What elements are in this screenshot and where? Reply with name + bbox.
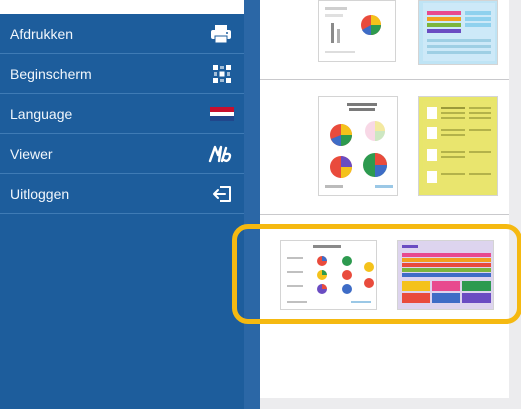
- row-divider: [260, 79, 509, 80]
- menu-item-afdrukken[interactable]: Afdrukken: [0, 14, 244, 54]
- logout-icon: [212, 185, 232, 208]
- menu-item-uitloggen[interactable]: Uitloggen: [0, 174, 244, 214]
- thumbnail-document[interactable]: [318, 96, 398, 196]
- menu-item-language[interactable]: Language: [0, 94, 244, 134]
- menu-item-label: Afdrukken: [10, 26, 74, 42]
- thumbnail-document[interactable]: [318, 0, 396, 62]
- thumbnail-document[interactable]: [418, 0, 498, 65]
- document-panel: [260, 0, 521, 409]
- selection-highlight: [232, 224, 521, 324]
- sidebar-separator: [244, 0, 260, 409]
- thumbnail-grid: [260, 0, 509, 398]
- viewer-logo-icon: [208, 145, 234, 168]
- thumbnail-document[interactable]: [418, 96, 498, 196]
- menu-item-viewer[interactable]: Viewer: [0, 134, 244, 174]
- side-menu: Afdrukken Beginscherm Language Viewer Ui…: [0, 14, 244, 409]
- printer-icon: [210, 24, 232, 49]
- menu-item-label: Beginscherm: [10, 66, 92, 82]
- menu-item-beginscherm[interactable]: Beginscherm: [0, 54, 244, 94]
- menu-item-label: Language: [10, 106, 73, 122]
- dutch-flag-icon: [210, 107, 234, 126]
- row-divider: [260, 214, 509, 215]
- menu-item-label: Uitloggen: [10, 186, 70, 202]
- grid-icon: [213, 65, 231, 88]
- menu-item-label: Viewer: [10, 146, 53, 162]
